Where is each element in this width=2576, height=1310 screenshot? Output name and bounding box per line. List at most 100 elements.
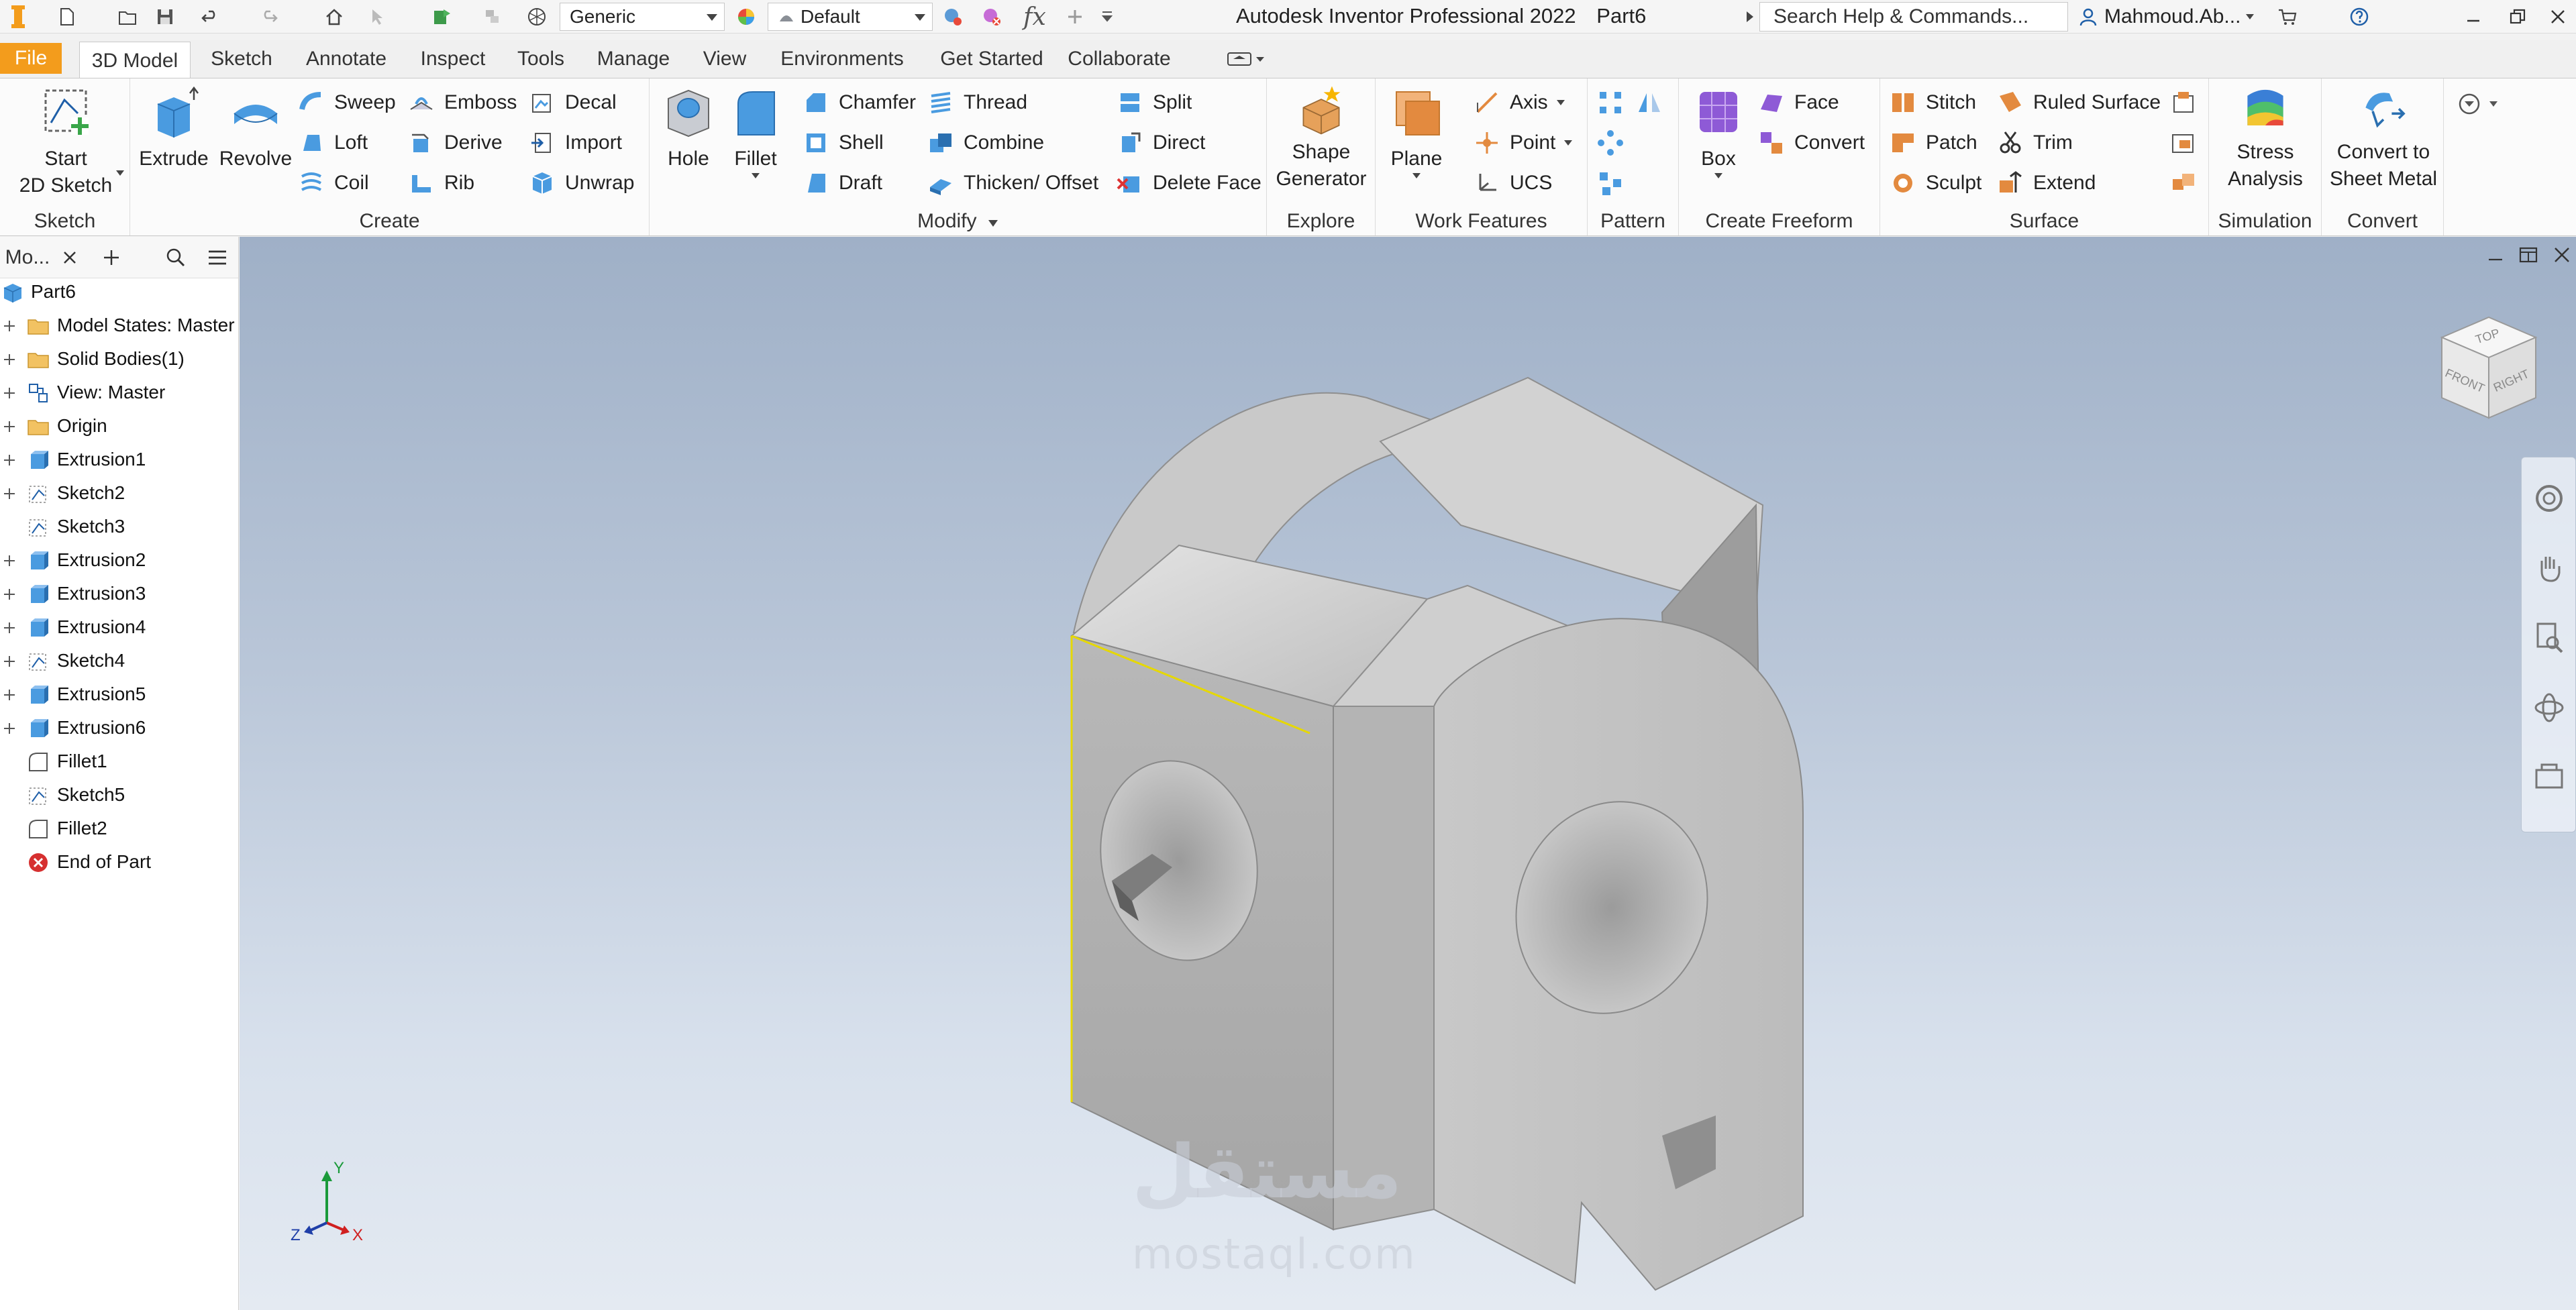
panel-title-modify[interactable]: Modify xyxy=(650,210,1266,233)
coil-button[interactable]: Coil xyxy=(298,166,369,201)
tree-item-sketch3[interactable]: Sketch3 xyxy=(0,510,239,543)
expand-plus-icon[interactable] xyxy=(1,686,17,702)
update-icon[interactable] xyxy=(479,4,506,30)
plane-button[interactable]: Plane xyxy=(1380,84,1453,179)
expand-plus-icon[interactable] xyxy=(1,619,17,635)
tab-file[interactable]: File xyxy=(0,43,62,74)
tab-view[interactable]: View xyxy=(691,43,758,75)
expand-plus-icon[interactable] xyxy=(1,351,17,367)
sculpt-button[interactable]: Sculpt xyxy=(1890,166,1981,201)
tab-get-started[interactable]: Get Started xyxy=(926,43,1058,75)
open-file-icon[interactable] xyxy=(113,4,142,30)
tree-item-extrusion4[interactable]: Extrusion4 xyxy=(0,610,239,644)
tab-manage[interactable]: Manage xyxy=(586,43,680,75)
zoom-icon[interactable] xyxy=(2532,621,2566,655)
browser-add-tab-button[interactable] xyxy=(97,243,126,272)
thicken-offset-button[interactable]: Thicken/ Offset xyxy=(927,166,1098,201)
graphics-viewport[interactable]: TOP FRONT RIGHT Y X Z مستقل mostaql.com xyxy=(240,237,2576,1310)
user-account-menu[interactable]: Mahmoud.Ab... xyxy=(2104,4,2265,30)
stress-analysis-button[interactable]: Stress Analysis xyxy=(2216,84,2315,193)
browser-close-button[interactable] xyxy=(56,243,83,272)
new-file-icon[interactable] xyxy=(47,4,87,30)
help-icon[interactable] xyxy=(2332,4,2386,30)
trim-button[interactable]: Trim xyxy=(1997,125,2073,160)
tab-3d-model[interactable]: 3D Model xyxy=(79,42,191,79)
repair-bodies-button[interactable] xyxy=(2170,125,2206,160)
expand-plus-icon[interactable] xyxy=(1,552,17,568)
adjust-appearance-icon[interactable] xyxy=(937,4,969,30)
return-icon[interactable] xyxy=(421,4,462,30)
tab-tools[interactable]: Tools xyxy=(507,43,574,75)
tree-item-extrusion3[interactable]: Extrusion3 xyxy=(0,577,239,610)
tree-item-extrusion6[interactable]: Extrusion6 xyxy=(0,711,239,745)
fit-mesh-face-button[interactable] xyxy=(2170,166,2206,201)
start-2d-sketch-button[interactable]: Start 2D Sketch xyxy=(12,84,119,199)
expand-plus-icon[interactable] xyxy=(1,586,17,602)
appearance-select[interactable]: Default xyxy=(768,3,933,31)
tree-item-origin[interactable]: Origin xyxy=(0,409,239,443)
freeform-box-button[interactable]: Box xyxy=(1682,84,1755,179)
expand-plus-icon[interactable] xyxy=(1,418,17,434)
restore-button[interactable] xyxy=(2497,3,2538,31)
save-icon[interactable] xyxy=(150,4,180,30)
steering-wheel-icon[interactable] xyxy=(2532,482,2566,515)
browser-search-button[interactable] xyxy=(161,243,191,272)
tab-environments[interactable]: Environments xyxy=(768,43,917,75)
rib-button[interactable]: Rib xyxy=(408,166,474,201)
convert-to-sheet-metal-button[interactable]: Convert to Sheet Metal xyxy=(2327,84,2440,193)
home-icon[interactable] xyxy=(319,4,349,30)
tree-item-model-states-master[interactable]: Model States: Master xyxy=(0,309,239,342)
chevron-right-icon[interactable] xyxy=(1742,4,1758,30)
view-face-icon[interactable] xyxy=(2532,761,2566,794)
combine-button[interactable]: Combine xyxy=(927,125,1044,160)
tree-item-part6[interactable]: Part6 xyxy=(0,275,239,309)
unwrap-button[interactable]: Unwrap xyxy=(529,166,634,201)
split-button[interactable]: Split xyxy=(1117,85,1192,120)
extend-button[interactable]: Extend xyxy=(1997,166,2096,201)
chevron-down-icon[interactable] xyxy=(115,170,125,176)
orbit-icon[interactable] xyxy=(2532,691,2566,724)
parameters-fx-icon[interactable]: fx xyxy=(1016,3,1053,31)
freeform-convert-button[interactable]: Convert xyxy=(1758,125,1865,160)
user-icon[interactable] xyxy=(2073,4,2103,30)
add-icon[interactable] xyxy=(1060,4,1090,30)
tab-sketch[interactable]: Sketch xyxy=(201,43,282,75)
tree-item-fillet1[interactable]: Fillet1 xyxy=(0,745,239,778)
close-button[interactable] xyxy=(2543,3,2573,31)
expand-plus-icon[interactable] xyxy=(1,451,17,468)
viewcube[interactable]: TOP FRONT RIGHT xyxy=(2428,304,2549,425)
select-tool-icon[interactable] xyxy=(361,4,396,30)
appearance-color-icon[interactable] xyxy=(731,4,761,30)
ribbon-options-dropdown[interactable] xyxy=(2456,87,2503,121)
tree-item-view-master[interactable]: View: Master xyxy=(0,376,239,409)
point-button[interactable]: Point xyxy=(1474,125,1573,160)
expand-plus-icon[interactable] xyxy=(1,384,17,400)
tab-inspect[interactable]: Inspect xyxy=(409,43,497,75)
derive-button[interactable]: Derive xyxy=(408,125,503,160)
fillet-button[interactable]: Fillet xyxy=(722,84,789,179)
extrude-button[interactable]: Extrude xyxy=(137,84,211,172)
hole-button[interactable]: Hole xyxy=(655,84,722,172)
shell-button[interactable]: Shell xyxy=(803,125,884,160)
decal-button[interactable]: Decal xyxy=(529,85,617,120)
axis-button[interactable]: Axis xyxy=(1474,85,1565,120)
help-search-input[interactable]: Search Help & Commands... xyxy=(1759,2,2068,32)
expand-plus-icon[interactable] xyxy=(1,317,17,333)
customize-qat-icon[interactable] xyxy=(1094,4,1121,30)
cart-icon[interactable] xyxy=(2271,4,2304,30)
tree-item-fillet2[interactable]: Fillet2 xyxy=(0,812,239,845)
browser-tab-model[interactable]: Mo... xyxy=(4,243,51,272)
pan-hand-icon[interactable] xyxy=(2532,551,2566,585)
stitch-button[interactable]: Stitch xyxy=(1890,85,1976,120)
draft-button[interactable]: Draft xyxy=(803,166,882,201)
chamfer-button[interactable]: Chamfer xyxy=(803,85,916,120)
sweep-button[interactable]: Sweep xyxy=(298,85,396,120)
browser-menu-button[interactable] xyxy=(200,243,235,272)
circular-pattern-button[interactable] xyxy=(1597,125,1633,160)
replace-face-button[interactable] xyxy=(2170,85,2206,120)
expand-plus-icon[interactable] xyxy=(1,485,17,501)
tree-item-sketch4[interactable]: Sketch4 xyxy=(0,644,239,677)
mirror-button[interactable] xyxy=(1636,85,1672,120)
tree-item-solid-bodies-1[interactable]: Solid Bodies(1) xyxy=(0,342,239,376)
expand-plus-icon[interactable] xyxy=(1,653,17,669)
